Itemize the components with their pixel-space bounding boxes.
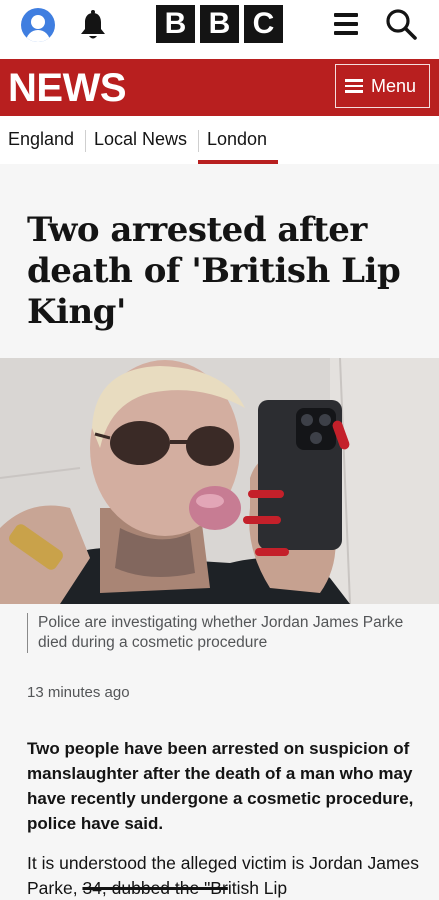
nav-divider xyxy=(198,130,199,152)
active-indicator xyxy=(198,160,278,164)
menu-icon xyxy=(345,76,363,96)
news-banner: NEWS Menu xyxy=(0,59,439,116)
article-image[interactable] xyxy=(0,358,439,604)
nav-item-local-news[interactable]: Local News xyxy=(94,129,187,150)
nav-item-london[interactable]: London xyxy=(207,129,267,150)
news-title[interactable]: NEWS xyxy=(8,66,127,110)
bell-icon[interactable] xyxy=(78,10,108,42)
top-bar: B B C xyxy=(0,0,439,59)
image-caption: Police are investigating whether Jordan … xyxy=(27,613,417,653)
hamburger-icon[interactable] xyxy=(334,13,358,35)
struck-text: 34, dubbed the "Br xyxy=(82,878,228,898)
article-headline: Two arrested after death of 'British Lip… xyxy=(27,210,401,332)
paragraph-text-end: itish Lip xyxy=(227,878,288,898)
search-icon[interactable] xyxy=(384,7,418,41)
bbc-logo[interactable]: B B C xyxy=(156,5,283,43)
timestamp: 13 minutes ago xyxy=(27,684,130,701)
selfie-photo xyxy=(0,358,439,604)
menu-button[interactable]: Menu xyxy=(335,64,430,108)
article-paragraph: It is understood the alleged victim is J… xyxy=(27,851,427,900)
section-nav: England Local News London xyxy=(0,116,439,164)
nav-divider xyxy=(85,130,86,152)
nav-item-england[interactable]: England xyxy=(8,129,74,150)
menu-label: Menu xyxy=(371,75,417,96)
article-lead: Two people have been arrested on suspici… xyxy=(27,739,414,833)
account-icon[interactable] xyxy=(21,8,55,42)
